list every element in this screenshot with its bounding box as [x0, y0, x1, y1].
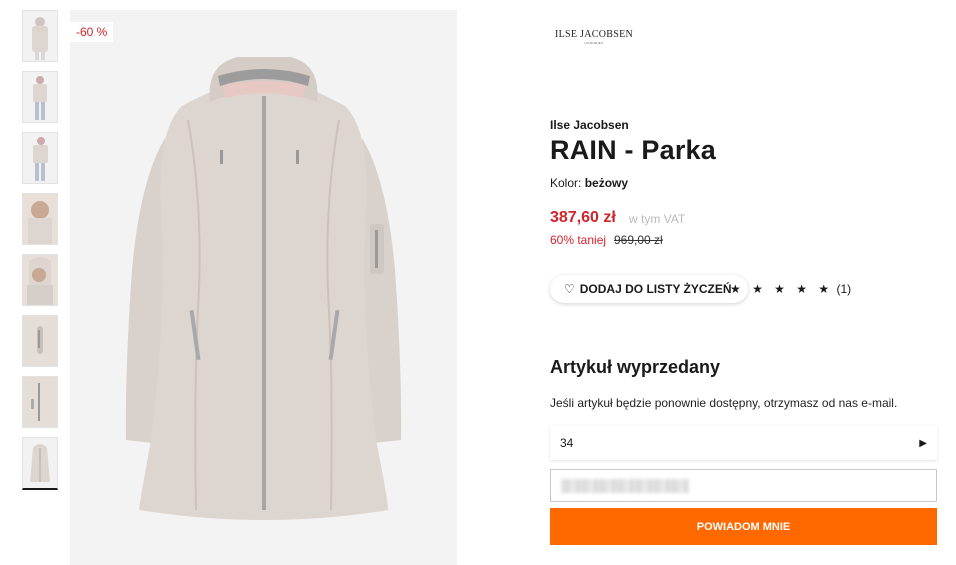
old-price: 969,00 zł — [614, 233, 663, 247]
discount-text: 60% taniej — [550, 233, 607, 247]
wishlist-label: DODAJ DO LISTY ŻYCZEŃ — [579, 282, 732, 296]
rating-count: (1) — [836, 282, 852, 296]
thumbnail-2[interactable] — [22, 71, 58, 123]
triangle-right-icon: ▶ — [919, 437, 927, 449]
thumbnail-6[interactable] — [22, 315, 58, 367]
thumbnail-3[interactable] — [22, 132, 58, 184]
notify-me-button[interactable]: POWIADOM MNIE — [550, 508, 937, 545]
thumbnail-4[interactable] — [22, 193, 58, 245]
size-value: 34 — [560, 436, 574, 450]
vat-note: w tym VAT — [629, 212, 686, 226]
color-value: beżowy — [584, 176, 629, 190]
thumbnail-1[interactable] — [22, 10, 58, 62]
notify-description: Jeśli artykuł będzie ponownie dostępny, … — [550, 396, 898, 410]
brand-logo-subtext: HORNBÆK — [584, 41, 604, 45]
color-label: Kolor: — [550, 176, 582, 190]
rating[interactable]: ★ ★ ★ ★ ★ (1) — [730, 282, 851, 296]
brand-logo[interactable]: ILSE JACOBSEN HORNBÆK — [552, 22, 636, 52]
thumbnail-strip — [22, 10, 58, 499]
color-info: Kolor: beżowy — [550, 176, 628, 190]
thumbnail-8[interactable] — [22, 437, 58, 490]
brand-logo-text: ILSE JACOBSEN — [554, 29, 634, 40]
discount-badge: -60 % — [70, 22, 114, 42]
email-blurred-value — [561, 479, 689, 493]
heart-icon: ♡ — [564, 282, 575, 296]
size-select[interactable]: 34 ▶ — [550, 426, 937, 460]
product-title: RAIN - Parka — [550, 135, 716, 165]
thumbnail-7[interactable] — [22, 376, 58, 428]
brand-name[interactable]: Ilse Jacobsen — [550, 118, 629, 132]
star-rating-icon: ★ ★ ★ ★ ★ — [730, 282, 834, 296]
add-to-wishlist-button[interactable]: ♡ DODAJ DO LISTY ŻYCZEŃ — [550, 275, 748, 303]
current-price: 387,60 zł — [550, 209, 616, 226]
soldout-heading: Artykuł wyprzedany — [550, 357, 721, 377]
thumbnail-5[interactable] — [22, 254, 58, 306]
product-image — [70, 10, 457, 565]
